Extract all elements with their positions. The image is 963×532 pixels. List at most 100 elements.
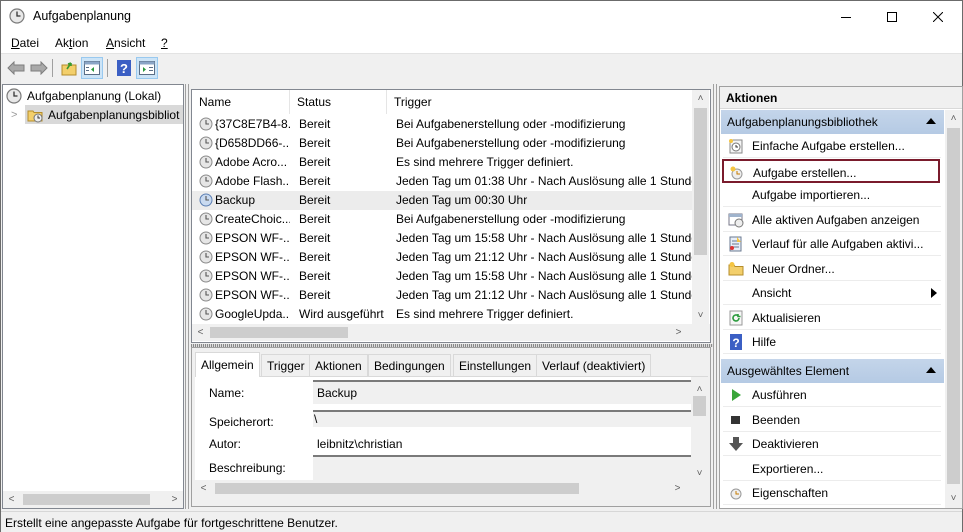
show-hide-console-tree-button[interactable] xyxy=(81,57,103,79)
show-hide-action-pane-button[interactable] xyxy=(136,57,158,79)
action-item-aufgabe-erstellen[interactable]: Aufgabe erstellen... xyxy=(722,158,940,183)
scroll-thumb[interactable] xyxy=(947,128,960,484)
action-item-ausführen[interactable]: Ausführen xyxy=(723,383,941,407)
scroll-right-icon[interactable]: > xyxy=(669,480,686,497)
help-icon: ? xyxy=(730,334,742,350)
forward-button[interactable] xyxy=(28,57,50,79)
maximize-button[interactable] xyxy=(869,1,915,32)
action-item-alle-aktiven-aufgaben-anzeigen[interactable]: Alle aktiven Aufgaben anzeigen xyxy=(723,208,941,232)
tab-einstellungen[interactable]: Einstellungen xyxy=(453,354,538,376)
tab-trigger[interactable]: Trigger xyxy=(261,354,311,376)
expand-chevron-icon[interactable]: > xyxy=(11,109,17,121)
scroll-right-icon[interactable]: > xyxy=(166,491,183,508)
task-name: Backup xyxy=(215,193,256,207)
location-field[interactable]: \ xyxy=(313,410,691,427)
action-label: Beenden xyxy=(752,412,801,427)
tab-aktionen[interactable]: Aktionen xyxy=(309,354,368,376)
action-item-neuer-ordner[interactable]: Neuer Ordner... xyxy=(723,257,941,281)
task-list-vertical-scrollbar[interactable]: ˄ ˅ xyxy=(692,90,709,324)
description-field[interactable] xyxy=(313,455,691,483)
task-row[interactable]: EPSON WF-... Bereit Jeden Tag um 15:58 Uhr… xyxy=(192,229,692,248)
scroll-left-icon[interactable]: < xyxy=(192,324,209,341)
menu-ansicht[interactable]: Ansicht xyxy=(106,36,145,50)
tree-horizontal-scrollbar[interactable]: < > xyxy=(3,491,183,508)
task-row[interactable]: {D658DD66-... Bereit Bei Aufgabenerstellun… xyxy=(192,134,692,153)
task-row[interactable]: Adobe Acro... Bereit Es sind mehrere Trigg… xyxy=(192,153,692,172)
tree-item-library[interactable]: Aufgabenplanungsbibliot xyxy=(25,105,183,124)
task-list-horizontal-scrollbar[interactable]: < > xyxy=(192,324,710,341)
collapse-triangle-icon[interactable] xyxy=(926,118,936,124)
left-splitter[interactable] xyxy=(185,84,189,509)
menu-help[interactable]: ? xyxy=(161,36,168,50)
menu-aktion[interactable]: Aktion xyxy=(55,36,88,50)
svg-text:?: ? xyxy=(732,336,739,350)
task-trigger: Jeden Tag um 21:12 Uhr - Nach Auslösung … xyxy=(396,288,692,302)
task-row[interactable]: EPSON WF-... Bereit Jeden Tag um 21:12 Uhr… xyxy=(192,248,692,267)
scroll-thumb[interactable] xyxy=(693,396,706,416)
tree-item-label: Aufgabenplanung (Lokal) xyxy=(27,88,162,103)
minimize-button[interactable] xyxy=(823,1,869,32)
scroll-down-icon[interactable]: ˅ xyxy=(692,307,709,324)
group-header-library[interactable]: Aufgabenplanungsbibliothek xyxy=(721,110,944,134)
scroll-up-icon[interactable]: ˄ xyxy=(692,90,709,107)
scroll-thumb[interactable] xyxy=(694,108,707,255)
task-row[interactable]: Adobe Flash... Bereit Jeden Tag um 01:38 U… xyxy=(192,172,692,191)
action-item-aufgabe-importieren[interactable]: Aufgabe importieren... xyxy=(723,183,941,207)
task-row[interactable]: {37C8E7B4-8... Bereit Bei Aufgabenerstellu… xyxy=(192,115,692,134)
action-label: Einfache Aufgabe erstellen... xyxy=(752,139,905,153)
help-icon: ? xyxy=(117,60,131,76)
tab-verlauf[interactable]: Verlauf (deaktiviert) xyxy=(536,354,652,376)
action-item-hilfe[interactable]: ? Hilfe xyxy=(723,330,941,354)
action-item-verlauf-für-alle-aufgaben-aktivi[interactable]: Verlauf für alle Aufgaben aktivi... xyxy=(723,232,941,256)
action-item-exportieren[interactable]: Exportieren... xyxy=(723,457,941,481)
tab-label: Verlauf (deaktiviert) xyxy=(542,358,646,373)
tree-item-root[interactable]: Aufgabenplanung (Lokal) xyxy=(6,86,161,105)
close-button[interactable] xyxy=(915,1,961,32)
tab-allgemein[interactable]: Allgemein xyxy=(195,352,260,377)
help-button[interactable]: ? xyxy=(113,57,135,79)
up-folder-icon xyxy=(61,62,77,76)
scroll-left-icon[interactable]: < xyxy=(3,491,20,508)
task-name: CreateChoic... xyxy=(215,212,290,226)
scroll-down-icon[interactable]: ˅ xyxy=(945,490,962,507)
actions-pane: Aktionen Aufgabenplanungsbibliothek Einf… xyxy=(719,86,963,509)
scroll-up-icon[interactable]: ˄ xyxy=(945,110,962,127)
column-header-name[interactable]: Name xyxy=(192,90,290,114)
task-row[interactable]: Backup Bereit Jeden Tag um 00:30 Uhr xyxy=(192,191,692,210)
scroll-right-icon[interactable]: > xyxy=(670,324,687,341)
menu-datei[interactable]: Datei xyxy=(11,36,39,50)
task-name: Adobe Flash... xyxy=(215,174,290,188)
action-item-ansicht[interactable]: Ansicht xyxy=(723,281,941,305)
action-item-beenden[interactable]: Beenden xyxy=(723,408,941,432)
scroll-left-icon[interactable]: < xyxy=(195,480,212,497)
action-item-einfache-aufgabe-erstellen[interactable]: Einfache Aufgabe erstellen... xyxy=(723,134,941,158)
action-item-eigenschaften[interactable]: Eigenschaften xyxy=(723,481,941,505)
tab-bedingungen[interactable]: Bedingungen xyxy=(368,354,451,376)
task-row[interactable]: EPSON WF-... Bereit Jeden Tag um 15:58 Uhr… xyxy=(192,267,692,286)
details-vertical-scrollbar[interactable]: ˄ ˅ xyxy=(691,377,708,487)
actions-vertical-scrollbar[interactable]: ˄ ˅ xyxy=(945,110,962,508)
right-splitter[interactable] xyxy=(713,84,717,509)
actions-title: Aktionen xyxy=(720,87,962,109)
location-value: \ xyxy=(314,412,318,426)
collapse-triangle-icon[interactable] xyxy=(926,367,936,373)
name-field[interactable]: Backup xyxy=(313,380,691,404)
task-name: Adobe Acro... xyxy=(215,155,288,169)
details-horizontal-scrollbar[interactable]: < > xyxy=(195,480,708,497)
action-item-deaktivieren[interactable]: Deaktivieren xyxy=(723,432,941,456)
column-header-trigger[interactable]: Trigger xyxy=(387,90,692,114)
group-header-selected-item[interactable]: Ausgewähltes Element xyxy=(721,359,944,383)
scroll-thumb[interactable] xyxy=(210,327,348,338)
scroll-thumb[interactable] xyxy=(23,494,150,505)
task-row[interactable]: CreateChoic... Bereit Bei Aufgabenerstellu… xyxy=(192,210,692,229)
task-row[interactable]: EPSON WF-... Bereit Jeden Tag um 21:12 Uhr… xyxy=(192,286,692,305)
task-name: EPSON WF-... xyxy=(215,231,290,245)
action-item-aktualisieren[interactable]: Aktualisieren xyxy=(723,306,941,330)
up-folder-button[interactable] xyxy=(58,57,80,79)
task-row[interactable]: GoogleUpda... Wird ausgeführt Es sind mehr… xyxy=(192,305,692,324)
folder-clock-icon xyxy=(27,110,43,122)
back-button[interactable] xyxy=(5,57,27,79)
create-basic-task-icon xyxy=(729,139,743,154)
scroll-thumb[interactable] xyxy=(215,483,579,494)
column-header-status[interactable]: Status xyxy=(290,90,387,114)
